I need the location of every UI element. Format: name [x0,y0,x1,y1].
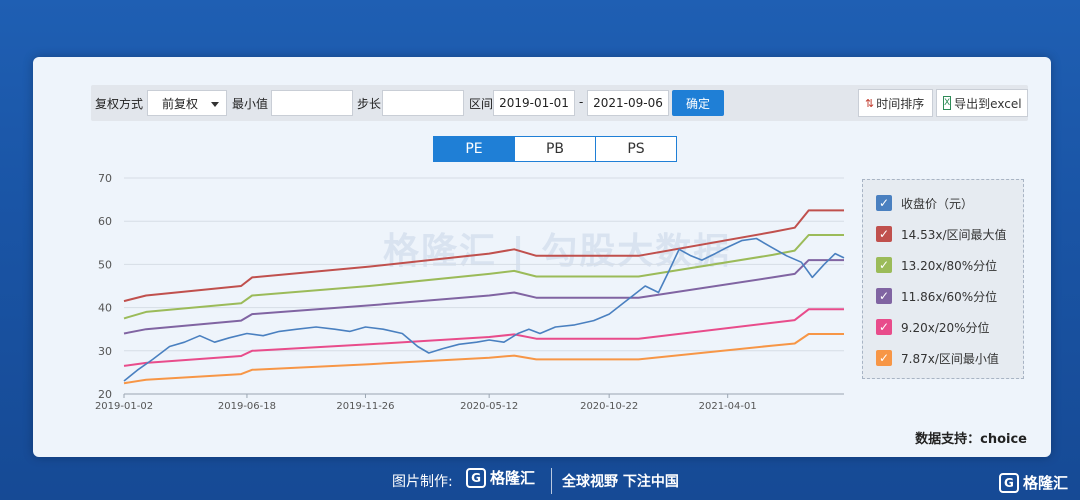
band-line-3 [123,259,844,335]
logo-icon: G [466,467,486,488]
data-source-label: 数据支持：choice [915,432,1027,447]
legend-item[interactable]: ✓ 13.20x/80%分位 [876,256,997,274]
y-tick-label: 40 [98,302,112,315]
legend-label: 收盘价（元） [901,196,974,211]
legend-item[interactable]: ✓ 11.86x/60%分位 [876,287,997,305]
corner-logo-text: 格隆汇 [1022,474,1068,492]
footer: 图片制作: G 格隆汇 全球视野 下注中国 [0,462,1080,500]
check-icon: ✓ [878,227,890,241]
checkbox-icon: ✓ [876,195,892,211]
y-tick-label: 60 [98,215,112,228]
corner-logo-icon: G [998,472,1019,493]
legend-label: 9.20x/20%分位 [901,320,990,335]
y-tick-label: 70 [98,172,112,185]
footer-logo-text: 格隆汇 [490,469,536,487]
checkbox-icon: ✓ [876,226,892,242]
legend-label: 14.53x/区间最大值 [901,227,1007,242]
legend-label: 7.87x/区间最小值 [901,351,999,366]
band-line-2 [123,234,844,320]
legend-item[interactable]: ✓ 14.53x/区间最大值 [876,225,1007,243]
footer-credit: 图片制作: [392,474,453,490]
check-icon: ✓ [878,196,890,210]
check-icon: ✓ [878,258,890,272]
corner-logo: G 格隆汇 [998,472,1068,493]
x-tick-label: 2020-05-12 [460,401,518,412]
x-tick-label: 2019-01-02 [95,401,153,412]
checkbox-icon: ✓ [876,288,892,304]
legend-label: 13.20x/80%分位 [901,258,998,273]
chart-panel: 复权方式 前复权 最小值 步长 区间 2019-01-01 - 2021-09-… [33,57,1051,457]
y-tick-label: 30 [98,345,112,358]
checkbox-icon: ✓ [876,350,892,366]
x-tick-label: 2020-10-22 [580,401,638,412]
legend-item[interactable]: ✓ 7.87x/区间最小值 [876,349,999,367]
checkbox-icon: ✓ [876,319,892,335]
legend-label: 11.86x/60%分位 [901,289,998,304]
footer-slogan: 全球视野 下注中国 [562,474,679,490]
band-line-1 [123,209,844,303]
x-tick-label: 2021-04-01 [699,401,757,412]
chart-legend: ✓ 收盘价（元） ✓ 14.53x/区间最大值 ✓ 13.20x/80%分位 ✓ 11.86x… [862,179,1024,379]
legend-item[interactable]: ✓ 收盘价（元） [876,194,973,212]
x-tick-label: 2019-06-18 [218,401,276,412]
y-tick-label: 20 [98,388,112,401]
x-tick-label: 2019-11-26 [336,401,394,412]
check-icon: ✓ [878,320,890,334]
check-icon: ✓ [878,351,890,365]
check-icon: ✓ [878,289,890,303]
checkbox-icon: ✓ [876,257,892,273]
legend-item[interactable]: ✓ 9.20x/20%分位 [876,318,990,336]
footer-divider [551,468,552,494]
footer-logo: G 格隆汇 [466,467,535,488]
y-tick-label: 50 [98,258,112,271]
